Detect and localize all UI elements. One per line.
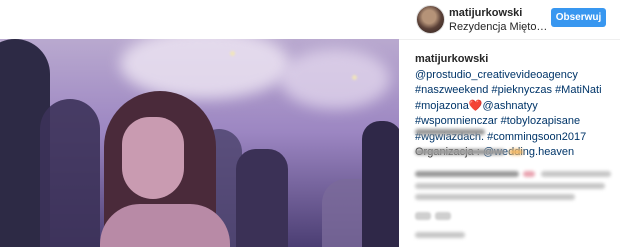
woman-face (122, 117, 184, 199)
mention-prostudio[interactable]: @prostudio_creativevideoagency (415, 69, 578, 81)
light-glow (280, 49, 390, 109)
blurred-comment-line (415, 129, 485, 135)
blurred-reaction (415, 212, 431, 220)
hashtag-commingsoon2017[interactable]: #commingsoon2017 (487, 131, 586, 143)
heart-icon: ❤️ (468, 99, 483, 112)
post-location[interactable]: Rezydencja Mięto… (449, 21, 547, 33)
avatar[interactable] (416, 5, 445, 34)
hashtag-mojazona[interactable]: #mojazona (415, 100, 469, 112)
caption-username[interactable]: matijurkowski (415, 53, 488, 65)
guest-silhouette (362, 121, 399, 247)
guest-silhouette (40, 99, 100, 247)
post-caption: matijurkowski @prostudio_creativevideoag… (415, 52, 615, 161)
hashtag-wspomnienczar[interactable]: #wspomnienczar (415, 115, 498, 127)
bokeh-light (352, 75, 357, 80)
hashtag-naszweekend[interactable]: #naszweekend (415, 84, 488, 96)
post-sidebar: matijurkowski Rezydencja Mięto… Obserwuj… (399, 0, 620, 247)
hashtag-pieknyczas[interactable]: #pieknyczas (491, 84, 552, 96)
follow-button[interactable]: Obserwuj (551, 8, 606, 27)
post-photo[interactable] (0, 39, 399, 247)
light-glow (120, 39, 290, 99)
blurred-emoji (523, 171, 535, 177)
blurred-comment-line (415, 183, 605, 189)
mention-ashnatyy[interactable]: @ashnatyy (483, 100, 538, 112)
blurred-reaction (435, 212, 451, 220)
guest-silhouette (236, 149, 288, 247)
post-header: matijurkowski Rezydencja Mięto… Obserwuj (399, 0, 620, 40)
author-username[interactable]: matijurkowski (449, 7, 522, 19)
hashtag-tobylozapisane[interactable]: #tobylozapisane (501, 115, 581, 127)
woman-shoulder (100, 204, 230, 247)
blurred-comment-line (541, 171, 611, 177)
blurred-comment-line (415, 149, 505, 155)
blurred-comment-line (415, 194, 575, 200)
hashtag-matinati[interactable]: #MatiNati (555, 84, 601, 96)
blurred-emoji (509, 149, 523, 155)
blurred-comment-line (415, 232, 465, 238)
bokeh-light (230, 51, 235, 56)
blurred-comment-line (415, 171, 519, 177)
